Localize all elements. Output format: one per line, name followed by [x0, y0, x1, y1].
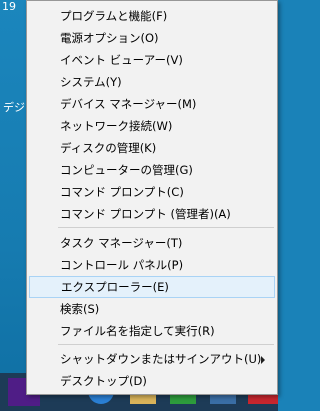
desktop-text: 19 — [2, 0, 16, 13]
desktop-icon-label[interactable]: デジ — [3, 101, 25, 115]
menu-overlay — [26, 0, 278, 395]
